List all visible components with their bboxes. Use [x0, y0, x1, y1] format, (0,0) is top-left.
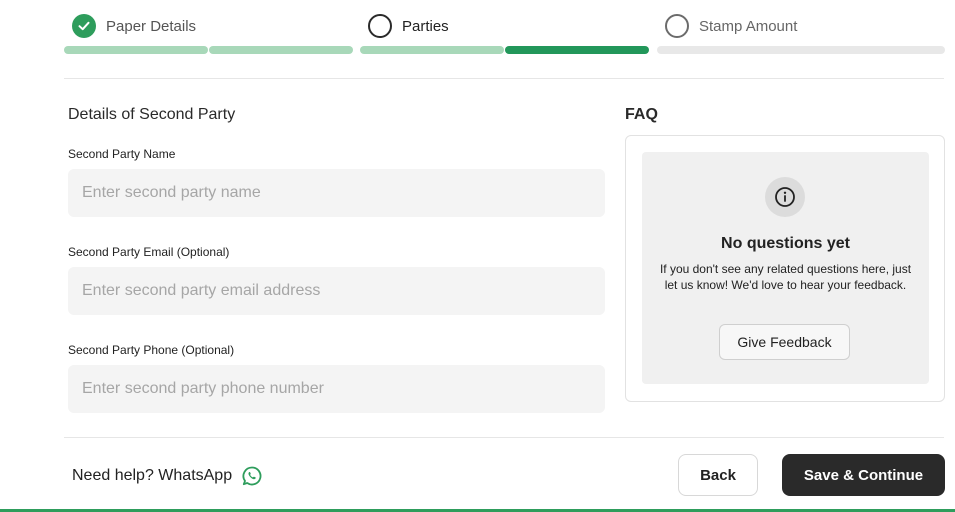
name-label: Second Party Name: [68, 147, 176, 161]
faq-empty-title: No questions yet: [721, 235, 850, 252]
email-label: Second Party Email (Optional): [68, 245, 230, 259]
give-feedback-button[interactable]: Give Feedback: [719, 324, 850, 360]
progress-segment: [64, 46, 208, 54]
divider: [64, 437, 944, 438]
second-party-name-input[interactable]: [68, 169, 605, 217]
divider: [64, 78, 944, 79]
progress-segment: [505, 46, 649, 54]
help-text: Need help? WhatsApp: [72, 467, 233, 484]
info-icon: [765, 177, 805, 217]
save-and-continue-button[interactable]: Save & Continue: [782, 454, 945, 496]
step-parties[interactable]: Parties: [368, 14, 449, 38]
check-icon: [72, 14, 96, 38]
step-circle-icon: [368, 14, 392, 38]
step-paper-details[interactable]: Paper Details: [72, 14, 196, 38]
progress-segment: [360, 46, 504, 54]
whatsapp-help-link[interactable]: Need help? WhatsApp: [72, 466, 262, 486]
step-label: Parties: [402, 17, 449, 35]
progress-segment: [209, 46, 353, 54]
step-label: Paper Details: [106, 17, 197, 35]
faq-empty-text: If you don't see any related questions h…: [659, 262, 912, 292]
faq-title: FAQ: [625, 106, 658, 123]
section-title: Details of Second Party: [68, 106, 236, 123]
step-circle-icon: [665, 14, 689, 38]
step-label: Stamp Amount: [699, 17, 798, 35]
second-party-email-input[interactable]: [68, 267, 605, 315]
phone-label: Second Party Phone (Optional): [68, 343, 235, 357]
faq-panel: No questions yet If you don't see any re…: [625, 135, 945, 402]
whatsapp-icon: [242, 466, 262, 486]
back-button[interactable]: Back: [678, 454, 758, 496]
progress-segment: [657, 46, 945, 54]
faq-empty-state: No questions yet If you don't see any re…: [642, 152, 929, 384]
second-party-phone-input[interactable]: [68, 365, 605, 413]
step-stamp-amount[interactable]: Stamp Amount: [665, 14, 797, 38]
